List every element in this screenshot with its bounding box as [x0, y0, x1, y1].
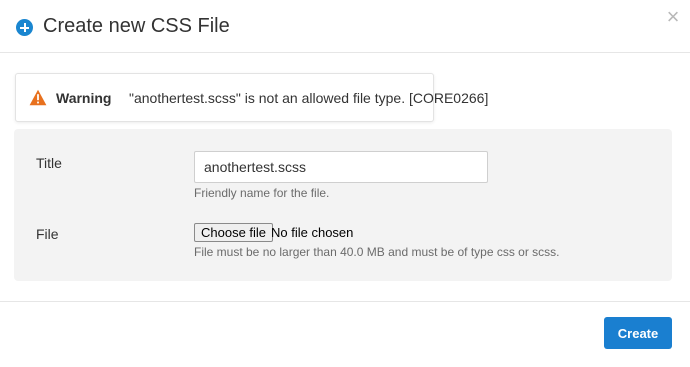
dialog-header: Create new CSS File × — [0, 0, 690, 53]
file-field-label: File — [36, 226, 59, 242]
title-field-label: Title — [36, 155, 62, 171]
close-icon[interactable]: × — [661, 5, 685, 29]
title-input[interactable] — [194, 151, 488, 183]
dialog-title: Create new CSS File — [43, 15, 230, 37]
warning-alert: Warning "anothertest.scss" is not an all… — [15, 73, 488, 122]
plus-circle-icon — [16, 19, 33, 36]
warning-message: "anothertest.scss" is not an allowed fil… — [129, 90, 489, 106]
form-panel: Title Friendly name for the file. File C… — [14, 129, 672, 281]
warning-label: Warning — [56, 90, 112, 106]
file-hint: File must be no larger than 40.0 MB and … — [194, 245, 560, 259]
file-status-text: No file chosen — [271, 225, 354, 240]
title-hint: Friendly name for the file. — [194, 186, 330, 200]
footer-divider — [0, 301, 690, 302]
create-button[interactable]: Create — [604, 317, 672, 349]
choose-file-button[interactable]: Choose file — [194, 223, 274, 242]
warning-triangle-icon — [29, 89, 47, 106]
